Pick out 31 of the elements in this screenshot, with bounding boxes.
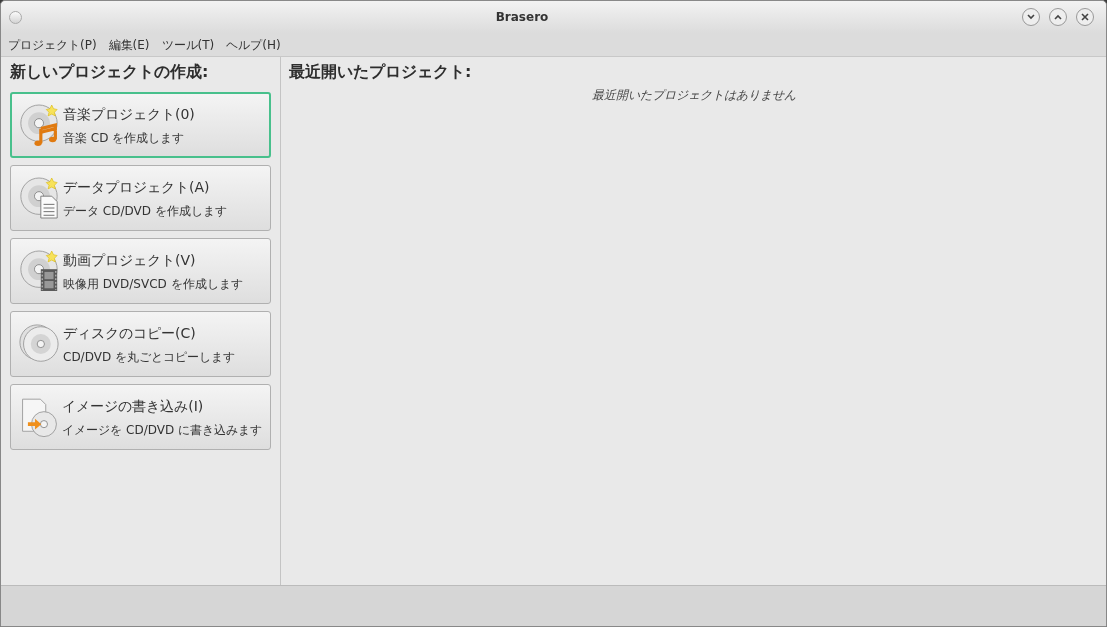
menu-item[interactable]: ヘルプ(H) <box>226 35 281 54</box>
button-description: 音楽 CD を作成します <box>63 129 186 147</box>
chevron-down-icon <box>1027 14 1035 20</box>
close-icon <box>1081 13 1089 21</box>
project-button[interactable]: 音楽プロジェクト(0) 音楽 CD を作成します <box>10 92 271 158</box>
music-disc-icon <box>19 101 59 149</box>
empty-message: 最近開いたプロジェクトはありません <box>591 87 796 104</box>
button-description: イメージを CD/DVD に書き込みます <box>62 421 262 439</box>
menu-item[interactable]: ツール(T) <box>161 35 215 54</box>
menu-item[interactable]: プロジェクト(P) <box>8 35 97 54</box>
button-description: データ CD/DVD を作成します <box>63 202 227 220</box>
chevron-up-icon <box>1054 14 1062 20</box>
button-title: データプロジェクト(A) <box>63 177 211 197</box>
section-heading: 最近開いたプロジェクト: <box>289 61 472 83</box>
window-title: Brasero <box>495 9 549 26</box>
button-description: 映像用 DVD/SVCD を作成します <box>63 275 243 293</box>
project-button[interactable]: データプロジェクト(A) データ CD/DVD を作成します <box>10 165 271 231</box>
minimize-button[interactable] <box>1022 8 1040 26</box>
project-button[interactable]: イメージの書き込み(I) イメージを CD/DVD に書き込みます <box>10 384 271 450</box>
project-button[interactable]: ディスクのコピー(C) CD/DVD を丸ごとコピーします <box>10 311 271 377</box>
maximize-button[interactable] <box>1049 8 1067 26</box>
document-disc-icon <box>19 174 59 222</box>
button-title: 動画プロジェクト(V) <box>63 250 197 270</box>
button-title: ディスクのコピー(C) <box>63 323 197 343</box>
section-heading: 新しいプロジェクトの作成: <box>10 61 210 83</box>
button-description: CD/DVD を丸ごとコピーします <box>63 348 235 366</box>
close-button[interactable] <box>1076 8 1094 26</box>
button-title: イメージの書き込み(I) <box>62 396 205 416</box>
button-title: 音楽プロジェクト(0) <box>63 104 195 124</box>
menu-item[interactable]: 編集(E) <box>108 35 150 54</box>
project-button[interactable]: 動画プロジェクト(V) 映像用 DVD/SVCD を作成します <box>10 238 271 304</box>
